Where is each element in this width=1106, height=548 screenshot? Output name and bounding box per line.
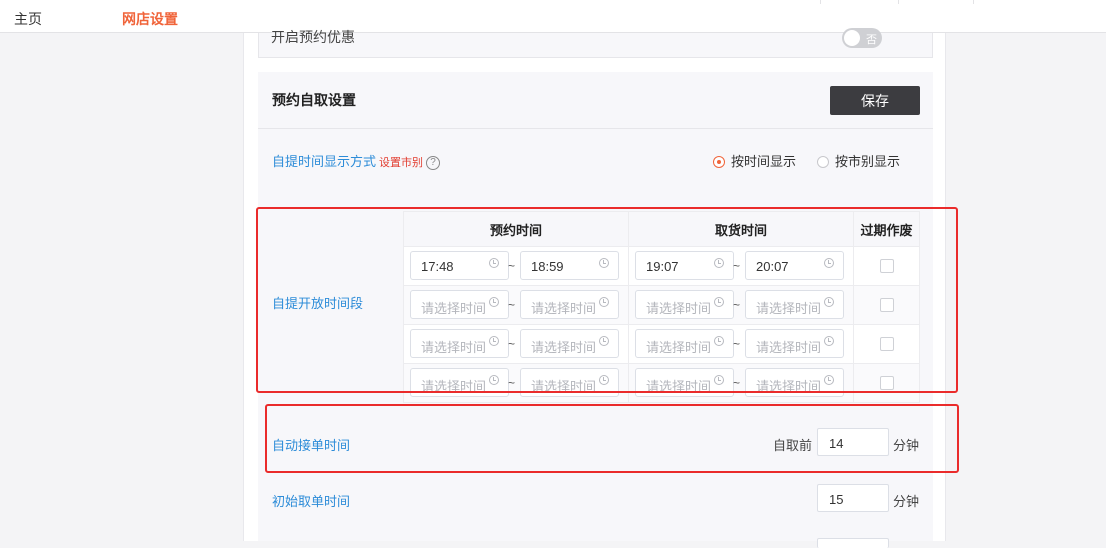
prev-section-label: 开启预约优惠 — [271, 29, 355, 45]
nav-home[interactable]: 主页 — [14, 9, 42, 29]
toggle-text: 否 — [866, 34, 877, 46]
next-input-partial[interactable] — [817, 538, 889, 548]
nav-divider — [898, 0, 899, 4]
panel-header: 预约自取设置 保存 — [258, 72, 933, 129]
radio-by-market-label: 按市别显示 — [835, 154, 901, 169]
toggle-knob — [844, 30, 860, 46]
set-market-link[interactable]: 设置市别 — [379, 157, 423, 169]
radio-by-time-label: 按时间显示 — [731, 154, 797, 169]
radio-unchecked-icon — [817, 156, 829, 168]
initial-pickup-unit: 分钟 — [893, 494, 920, 509]
panel-title: 预约自取设置 — [272, 92, 356, 108]
help-icon[interactable]: ? — [426, 156, 441, 170]
initial-pickup-input[interactable]: 15 — [817, 484, 889, 512]
highlight-open-periods — [256, 207, 958, 393]
discount-toggle[interactable]: 否 — [842, 28, 882, 48]
radio-by-time[interactable]: 按时间显示 — [713, 151, 796, 170]
radio-checked-icon — [713, 156, 725, 168]
initial-pickup-value: 15 — [829, 492, 844, 507]
nav-divider — [820, 0, 821, 4]
initial-pickup-label: 初始取单时间 — [272, 494, 351, 509]
display-mode-label: 自提时间显示方式 — [272, 154, 377, 169]
highlight-auto-accept — [265, 404, 959, 473]
prev-section: 开启预约优惠 否 — [258, 28, 933, 58]
nav-shop-settings[interactable]: 网店设置 — [122, 9, 178, 29]
nav-divider — [973, 0, 974, 4]
save-button[interactable]: 保存 — [830, 86, 920, 115]
radio-by-market[interactable]: 按市别显示 — [817, 151, 900, 170]
top-nav: 主页 网店设置 — [0, 0, 1106, 33]
display-mode-row: 自提时间显示方式 设置市别? — [272, 151, 441, 170]
